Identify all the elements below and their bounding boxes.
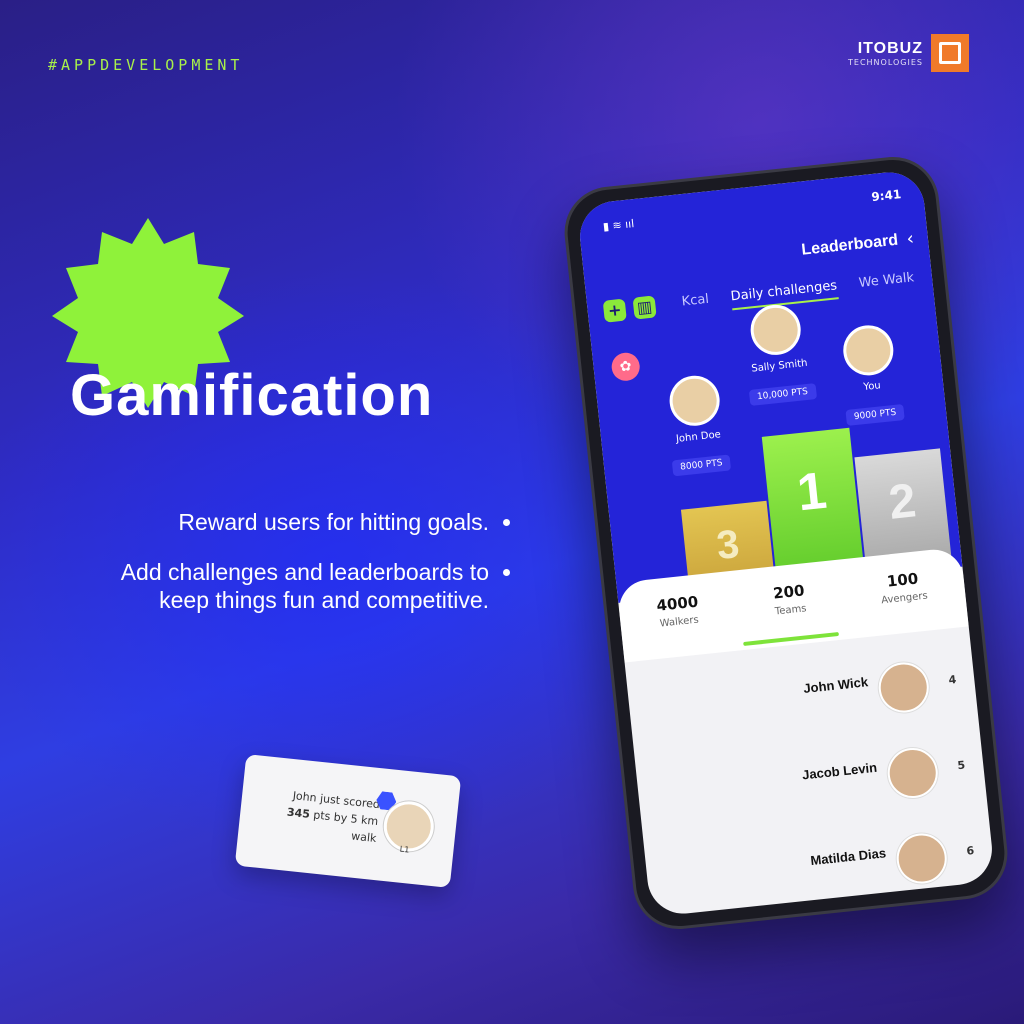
bullet-item: Reward users for hitting goals.	[70, 508, 510, 536]
phone-screen: 9:41 ▮ ≋ ııl ‹ Leaderboard We Walk Daily…	[576, 168, 996, 918]
stat-walkers[interactable]: 4000 Walkers	[656, 593, 704, 659]
brand-subtitle: TECHNOLOGIES	[848, 57, 923, 67]
leaderboard-header: 9:41 ▮ ≋ ııl ‹ Leaderboard We Walk Daily…	[576, 168, 963, 603]
add-button[interactable]: +	[602, 298, 627, 323]
avatar	[748, 302, 804, 358]
score-notification-card: John just scored 345 pts by 5 km walk L1	[234, 754, 462, 888]
avatar	[894, 831, 950, 887]
bullet-list: Reward users for hitting goals. Add chal…	[70, 508, 510, 636]
back-chevron-icon[interactable]: ‹	[906, 228, 915, 250]
status-icons: ▮ ≋ ııl	[602, 217, 635, 234]
stat-avengers[interactable]: 100 Avengers	[879, 569, 932, 636]
stats-chart-button[interactable]: ▥	[632, 295, 657, 320]
bullet-dot-icon	[503, 519, 510, 526]
brand-mark-icon	[930, 34, 969, 72]
brand-name: ITOBUZ	[857, 39, 923, 57]
avatar	[885, 745, 941, 801]
leaderboard-title: Leaderboard	[800, 231, 899, 259]
tab-kcal[interactable]: Kcal	[681, 292, 710, 316]
status-time: 9:41	[870, 187, 902, 205]
brand-logo: ITOBUZ TECHNOLOGIES	[848, 34, 969, 72]
bullet-dot-icon	[503, 569, 510, 576]
page-title: Gamification	[70, 363, 434, 428]
bullet-item: Add challenges and leaderboards to keep …	[70, 558, 510, 614]
hashtag-label: #APPDEVELOPMENT	[48, 56, 244, 74]
notification-text: John just scored 345 pts by 5 km walk	[286, 789, 381, 846]
podium-winner-1: Sally Smith 10,000 PTS	[728, 300, 828, 407]
tab-we-walk[interactable]: We Walk	[858, 270, 915, 297]
phone-mockup: 9:41 ▮ ≋ ııl ‹ Leaderboard We Walk Daily…	[560, 152, 1012, 934]
leaderboard-list: 4 John Wick 5 Jacob Levin 6 Matilda Dias	[626, 641, 995, 917]
level-label: L1	[399, 844, 410, 855]
gift-icon[interactable]: ✿	[610, 351, 642, 383]
avatar	[840, 322, 896, 378]
avatar	[667, 373, 723, 429]
avatar	[876, 660, 932, 715]
